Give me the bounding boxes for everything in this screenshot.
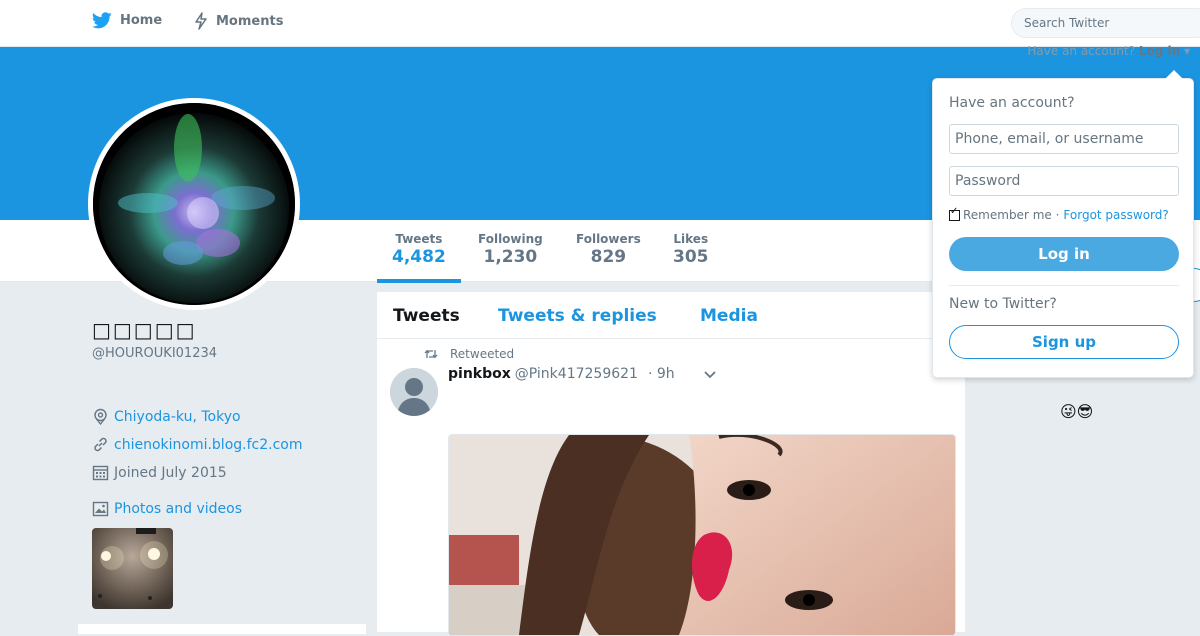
joined-text: Joined July 2015: [114, 464, 227, 481]
nav-home[interactable]: Home: [92, 12, 162, 29]
top-navigation: Home Moments Search Twitter: [0, 0, 1200, 47]
have-account-toggle[interactable]: Have an account? Log in ▾: [1027, 44, 1190, 58]
stat-followers[interactable]: Followers 829: [576, 232, 641, 267]
stat-label: Tweets: [395, 232, 443, 246]
profile-joined: Joined July 2015: [92, 464, 227, 481]
tweet-author-handle[interactable]: @Pink417259621: [515, 366, 638, 382]
nav-moments-label: Moments: [216, 13, 284, 29]
website-link[interactable]: chienokinomi.blog.fc2.com: [114, 437, 303, 453]
login-dropdown: Have an account? Phone, email, or userna…: [932, 70, 1194, 378]
new-to-twitter-label: New to Twitter?: [949, 296, 1057, 312]
tweet-timestamp[interactable]: · 9h: [648, 366, 675, 382]
password-field[interactable]: Password: [949, 166, 1179, 196]
retweeted-label: Retweeted: [450, 347, 515, 361]
tab-tweets[interactable]: Tweets: [393, 306, 460, 326]
dropdown-title: Have an account?: [949, 95, 1075, 111]
login-link[interactable]: Log in: [1139, 44, 1180, 58]
avatar-image: [93, 103, 295, 305]
left-bottom-card: [78, 624, 366, 634]
twitter-bird-icon: [92, 12, 112, 29]
dropdown-divider: [949, 285, 1179, 286]
retweet-icon: [424, 349, 438, 359]
stat-value: 1,230: [483, 247, 538, 267]
tweet-photo: [449, 435, 955, 635]
tweet-menu-button[interactable]: [703, 369, 717, 379]
caret-icon: ▾: [1180, 44, 1190, 58]
retweet-context: Retweeted: [424, 347, 514, 361]
link-icon: [94, 437, 107, 452]
remember-checkbox[interactable]: [949, 206, 960, 221]
image-icon: [92, 501, 109, 517]
stat-value: 4,482: [392, 247, 446, 267]
default-avatar-icon: [390, 368, 438, 416]
profile-avatar[interactable]: [88, 98, 300, 310]
remember-label[interactable]: Remember me: [963, 208, 1052, 222]
forgot-password-link[interactable]: Forgot password?: [1063, 208, 1168, 222]
photo-thumbnail[interactable]: [92, 528, 173, 609]
tweet-author-name[interactable]: pinkbox: [448, 366, 511, 382]
stat-value: 829: [590, 247, 627, 267]
emoji-row: 😜😎: [1060, 402, 1094, 421]
stat-label: Following: [478, 232, 543, 246]
tweet-header: pinkbox @Pink417259621 · 9h: [448, 366, 717, 382]
photos-and-videos: Photos and videos: [92, 500, 242, 517]
nav-home-label: Home: [120, 13, 163, 28]
nav-moments[interactable]: Moments: [194, 12, 283, 30]
stat-tweets[interactable]: Tweets 4,482: [377, 232, 461, 283]
lightning-icon: [195, 12, 207, 30]
tweet-media[interactable]: [448, 434, 956, 636]
profile-handle: @HOUROUKI01234: [92, 346, 218, 361]
timeline-tabs: Tweets Tweets & replies Media: [377, 292, 965, 339]
location-link[interactable]: Chiyoda-ku, Tokyo: [114, 409, 241, 425]
tweet-avatar[interactable]: [390, 368, 438, 416]
profile-website: chienokinomi.blog.fc2.com: [92, 436, 303, 453]
stat-likes[interactable]: Likes 305: [673, 232, 709, 267]
profile-location: Chiyoda-ku, Tokyo: [92, 408, 241, 425]
signup-button[interactable]: Sign up: [949, 325, 1179, 359]
tab-tweets-replies[interactable]: Tweets & replies: [498, 306, 657, 326]
profile-name: □□□□□: [92, 318, 197, 342]
username-field[interactable]: Phone, email, or username: [949, 124, 1179, 154]
stat-label: Likes: [673, 232, 709, 246]
timeline: Tweets Tweets & replies Media Retweeted …: [377, 292, 965, 636]
calendar-icon: [92, 465, 109, 481]
search-input[interactable]: Search Twitter: [1011, 8, 1200, 38]
login-button[interactable]: Log in: [949, 237, 1179, 271]
tab-media[interactable]: Media: [700, 306, 758, 326]
separator-dot: ·: [1051, 208, 1060, 222]
have-account-text: Have an account?: [1027, 44, 1135, 58]
stat-label: Followers: [576, 232, 641, 246]
stat-value: 305: [673, 247, 709, 267]
stat-following[interactable]: Following 1,230: [478, 232, 543, 267]
photo-thumbnail-image: [92, 528, 173, 609]
chevron-down-icon: [704, 371, 716, 379]
remember-row: Remember me · Forgot password?: [949, 206, 1169, 222]
photos-link[interactable]: Photos and videos: [114, 501, 242, 517]
map-pin-icon: [94, 408, 107, 425]
